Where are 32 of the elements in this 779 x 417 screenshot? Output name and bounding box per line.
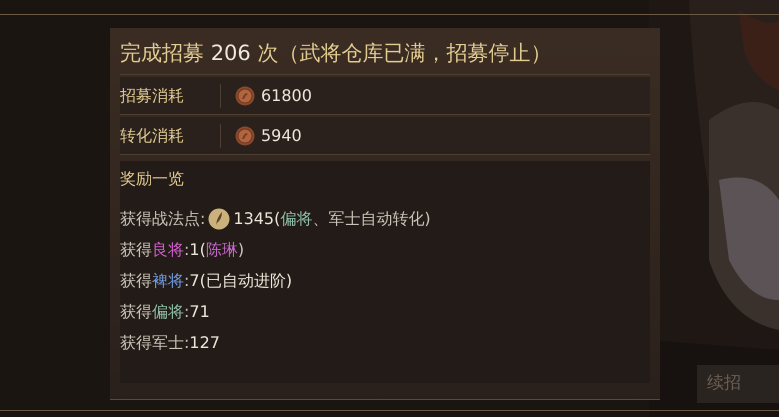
- reward-text: 获得战法点:: [120, 208, 206, 230]
- feather-icon: [208, 208, 230, 230]
- cost-label: 转化消耗: [120, 124, 185, 146]
- reward-text: 偏将: [280, 208, 312, 230]
- reward-text: 获得: [120, 238, 152, 260]
- cost-value: 61800: [261, 84, 312, 106]
- reward-text: 获得: [120, 300, 152, 322]
- title-text: 完成招募: [120, 40, 205, 67]
- cost-value: 5940: [261, 124, 302, 146]
- reward-text: :: [184, 270, 190, 292]
- title-text: 次（武将仓库已满，招募停止）: [256, 40, 552, 67]
- reward-text: 1345(: [233, 208, 280, 230]
- reward-text: 、军士自动转化): [312, 208, 431, 230]
- coin-icon: [235, 126, 255, 146]
- reward-text: 127: [189, 332, 220, 354]
- coin-icon: [235, 86, 255, 106]
- reward-text: ): [238, 238, 244, 260]
- continue-button[interactable]: 续招: [697, 365, 779, 403]
- rewards-heading: 奖励一览: [120, 168, 185, 190]
- reward-text: 1(: [189, 238, 206, 260]
- reward-text: 71: [189, 300, 210, 322]
- reward-text: 偏将: [152, 300, 184, 322]
- reward-text: 获得: [120, 270, 152, 292]
- cost-label: 招募消耗: [120, 84, 185, 106]
- reward-text: 裨将: [152, 270, 184, 292]
- title-text: 206: [210, 40, 251, 67]
- reward-text: :: [184, 300, 190, 322]
- reward-text: 获得军士:: [120, 332, 190, 354]
- reward-text: 良将: [152, 238, 184, 260]
- reward-text: 7(已自动进阶): [189, 270, 292, 292]
- reward-text: :: [184, 238, 190, 260]
- reward-text: 陈琳: [206, 238, 238, 260]
